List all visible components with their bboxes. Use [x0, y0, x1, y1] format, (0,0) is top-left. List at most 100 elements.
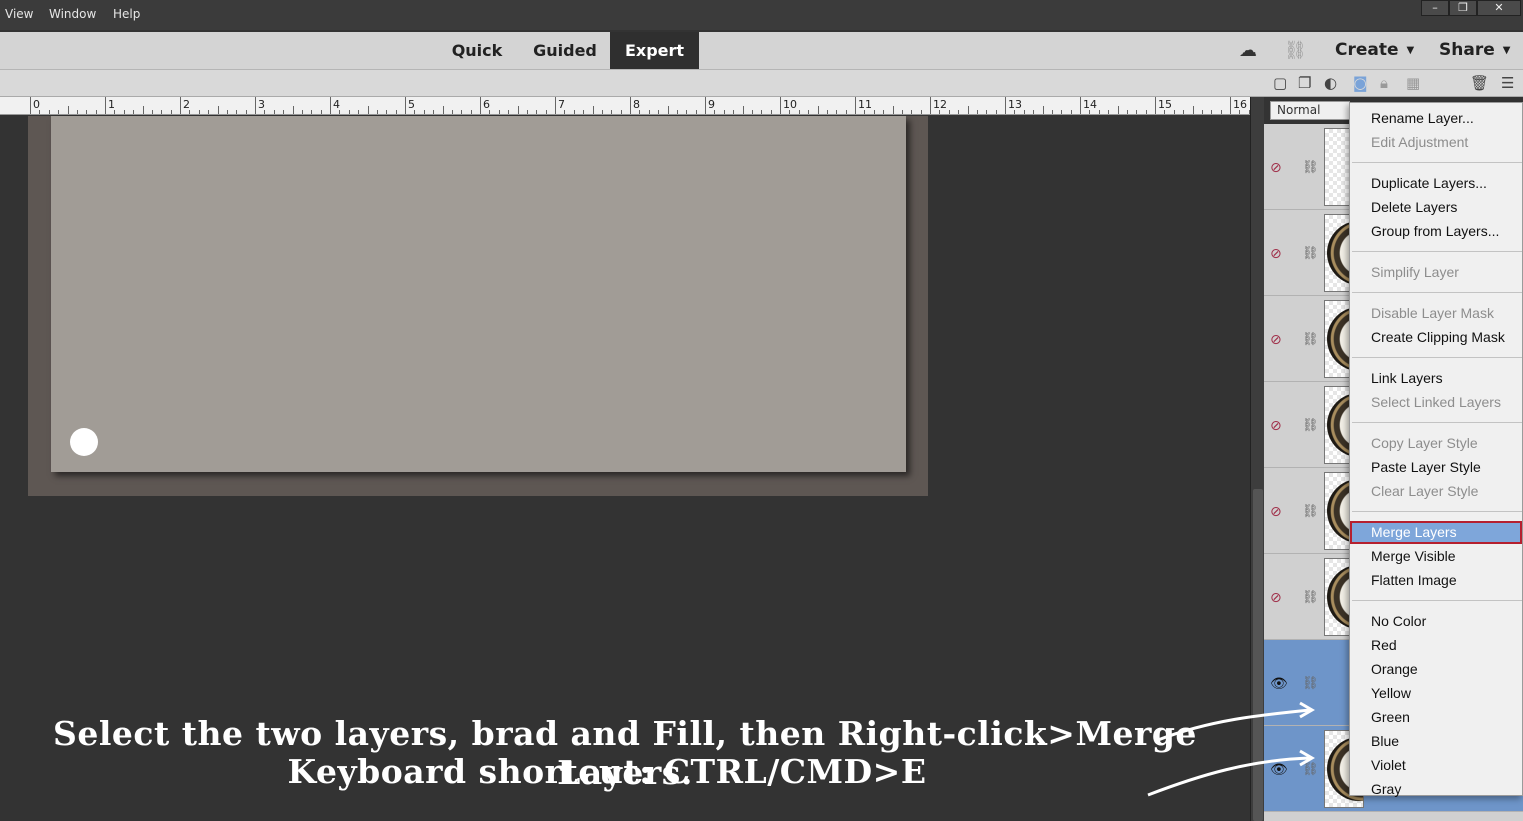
menu-item-merge-layers[interactable]: Merge Layers	[1350, 521, 1522, 544]
cloud-icon[interactable]: ☁	[1239, 40, 1257, 61]
ruler-minor-tick	[461, 110, 463, 114]
blend-mode-select[interactable]: Normal	[1270, 101, 1350, 120]
ruler-minor-tick	[901, 110, 903, 114]
eye-hidden-icon[interactable]: ⊘	[1270, 590, 1282, 606]
ruler-minor-tick	[808, 110, 810, 114]
eye-hidden-icon[interactable]: ⊘	[1270, 246, 1282, 262]
ruler-minor-tick	[976, 110, 978, 114]
ruler-major-tick	[1230, 97, 1231, 114]
lock-icon[interactable]: 🔒︎	[1380, 74, 1388, 92]
ruler-minor-tick	[1051, 110, 1053, 114]
minimize-button[interactable]: –	[1421, 0, 1449, 16]
ruler-minor-tick	[958, 110, 960, 114]
ruler-minor-tick	[873, 110, 875, 114]
menu-item-orange[interactable]: Orange	[1350, 658, 1522, 681]
ruler-minor-tick	[508, 110, 510, 114]
share-button[interactable]: Share ▼	[1439, 32, 1510, 69]
menu-separator	[1352, 511, 1522, 512]
tab-guided[interactable]: Guided	[523, 32, 607, 69]
menu-item-clear-layer-style: Clear Layer Style	[1371, 483, 1479, 499]
menu-item-merge-visible[interactable]: Merge Visible	[1350, 545, 1522, 568]
eye-hidden-icon[interactable]: ⊘	[1270, 418, 1282, 434]
eye-hidden-icon[interactable]: ⊘	[1270, 504, 1282, 520]
ruler-minor-tick	[339, 110, 341, 114]
ruler-minor-tick	[48, 110, 50, 114]
ruler-minor-tick	[892, 106, 894, 114]
adjustment-layer-icon[interactable]: ◐	[1324, 74, 1337, 92]
menu-item-link-layers[interactable]: Link Layers	[1350, 367, 1522, 390]
link-icon[interactable]: ⛓	[1302, 676, 1319, 691]
menu-item-duplicate-layers[interactable]: Duplicate Layers...	[1350, 172, 1522, 195]
menu-item-select-linked-layers: Select Linked Layers	[1371, 394, 1501, 410]
menu-item-disable-layer-mask: Disable Layer Mask	[1371, 305, 1494, 321]
tab-expert[interactable]: Expert	[610, 32, 699, 69]
menu-item-rename-layer[interactable]: Rename Layer...	[1350, 107, 1522, 130]
link-icon[interactable]: ⛓	[1302, 160, 1319, 175]
tab-quick[interactable]: Quick	[441, 32, 513, 69]
ruler-minor-tick	[592, 106, 594, 114]
ruler-minor-tick	[470, 110, 472, 114]
trash-icon[interactable]: 🗑︎	[1470, 74, 1489, 92]
eye-hidden-icon[interactable]: ⊘	[1270, 332, 1282, 348]
restore-button[interactable]: ❐	[1449, 0, 1477, 16]
menu-item-flatten-image[interactable]: Flatten Image	[1350, 569, 1522, 592]
layer-mask-icon[interactable]: ◙	[1353, 74, 1368, 92]
ruler-minor-tick	[1220, 110, 1222, 114]
menu-item-blue[interactable]: Blue	[1350, 730, 1522, 753]
canvas-fill-layer[interactable]	[51, 116, 906, 472]
ruler-major-tick	[330, 97, 331, 114]
ruler-minor-tick	[348, 110, 350, 114]
panel-menu-icon[interactable]: ☰	[1501, 74, 1514, 92]
ruler-minor-tick	[536, 110, 538, 114]
link-icon[interactable]: ⛓	[1284, 40, 1307, 61]
brad-shape[interactable]	[70, 428, 98, 456]
ruler-minor-tick	[723, 110, 725, 114]
ruler-minor-tick	[170, 110, 172, 114]
ruler-minor-tick	[301, 110, 303, 114]
menu-item-gray[interactable]: Gray	[1350, 778, 1522, 801]
menu-item-yellow[interactable]: Yellow	[1350, 682, 1522, 705]
ruler-minor-tick	[67, 106, 69, 114]
menu-item-delete-layers[interactable]: Delete Layers	[1350, 196, 1522, 219]
menu-separator	[1352, 600, 1522, 601]
new-layer-icon[interactable]: ▢	[1273, 74, 1287, 92]
ruler-major-tick	[255, 97, 256, 114]
ruler-minor-tick	[1033, 110, 1035, 114]
ruler-minor-tick	[423, 110, 425, 114]
ruler-minor-tick	[114, 110, 116, 114]
ruler-minor-tick	[264, 110, 266, 114]
ruler-minor-tick	[939, 110, 941, 114]
menu-item-red[interactable]: Red	[1350, 634, 1522, 657]
menu-item-violet[interactable]: Violet	[1350, 754, 1522, 777]
ruler-major-tick	[1155, 97, 1156, 114]
ruler-minor-tick	[367, 106, 369, 114]
create-button[interactable]: Create ▼	[1335, 32, 1414, 69]
link-icon[interactable]: ⛓	[1302, 590, 1319, 605]
menu-item-create-clipping-mask[interactable]: Create Clipping Mask	[1350, 326, 1522, 349]
ruler-major-tick	[1080, 97, 1081, 114]
new-group-icon[interactable]: ❐	[1298, 74, 1311, 92]
menu-item-green[interactable]: Green	[1350, 706, 1522, 729]
eye-hidden-icon[interactable]: ⊘	[1270, 160, 1282, 176]
lock-transparency-icon[interactable]: ▦	[1406, 74, 1420, 92]
ruler-minor-tick	[920, 110, 922, 114]
ruler-minor-tick	[442, 106, 444, 114]
ruler-minor-tick	[208, 110, 210, 114]
ruler-minor-tick	[283, 110, 285, 114]
ruler-minor-tick	[770, 110, 772, 114]
ruler-minor-tick	[601, 110, 603, 114]
menu-window[interactable]: Window	[49, 7, 96, 21]
menu-view[interactable]: View	[5, 7, 33, 21]
ruler-minor-tick	[498, 110, 500, 114]
link-icon[interactable]: ⛓	[1302, 246, 1319, 261]
close-button[interactable]: ✕	[1477, 0, 1521, 16]
menu-item-paste-layer-style[interactable]: Paste Layer Style	[1350, 456, 1522, 479]
link-icon[interactable]: ⛓	[1302, 504, 1319, 519]
menu-item-no-color[interactable]: No Color	[1350, 610, 1522, 633]
link-icon[interactable]: ⛓	[1302, 418, 1319, 433]
menu-help[interactable]: Help	[113, 7, 140, 21]
ruler-minor-tick	[1042, 106, 1044, 114]
menu-item-group-from-layers[interactable]: Group from Layers...	[1350, 220, 1522, 243]
menu-separator	[1352, 162, 1522, 163]
link-icon[interactable]: ⛓	[1302, 332, 1319, 347]
